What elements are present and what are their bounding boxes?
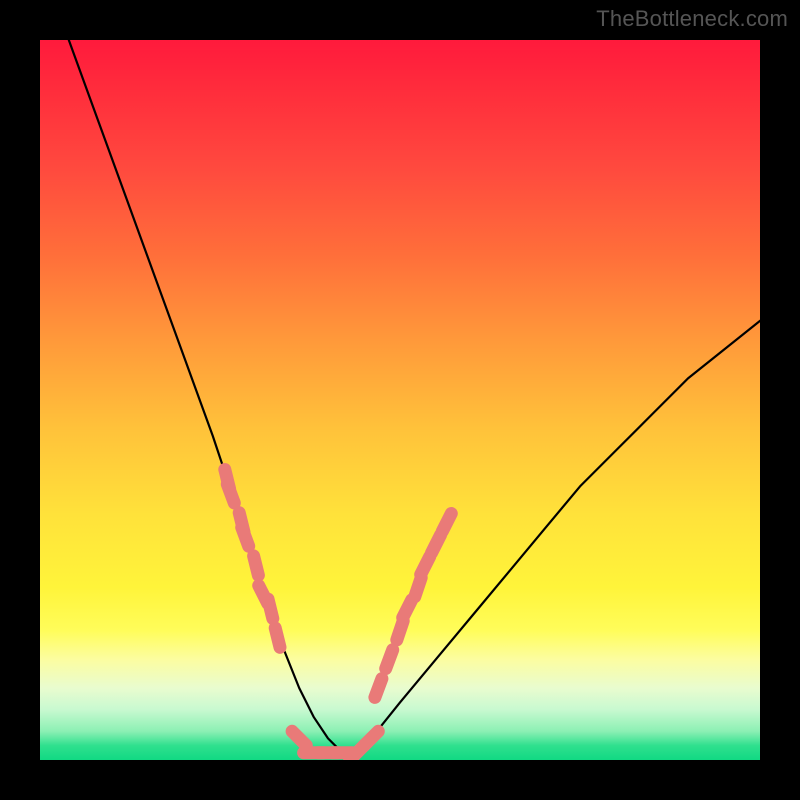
marker-dash xyxy=(442,514,451,532)
watermark-text: TheBottleneck.com xyxy=(596,6,788,32)
marker-dash xyxy=(227,484,234,503)
marker-dash xyxy=(375,679,382,698)
marker-dash xyxy=(386,650,393,669)
chart-svg xyxy=(40,40,760,760)
marker-dash xyxy=(292,731,306,745)
marker-dash xyxy=(242,527,249,546)
marker-dashes xyxy=(225,470,451,760)
marker-dash xyxy=(432,535,441,553)
marker-dash xyxy=(275,628,280,647)
bottleneck-curve xyxy=(69,40,760,753)
curve-path xyxy=(69,40,760,753)
plot-area xyxy=(40,40,760,760)
chart-frame: TheBottleneck.com xyxy=(0,0,800,800)
marker-dash xyxy=(254,556,259,575)
marker-dash xyxy=(364,731,378,745)
marker-dash xyxy=(268,599,273,618)
marker-dash xyxy=(403,600,412,618)
marker-dash xyxy=(421,557,430,575)
